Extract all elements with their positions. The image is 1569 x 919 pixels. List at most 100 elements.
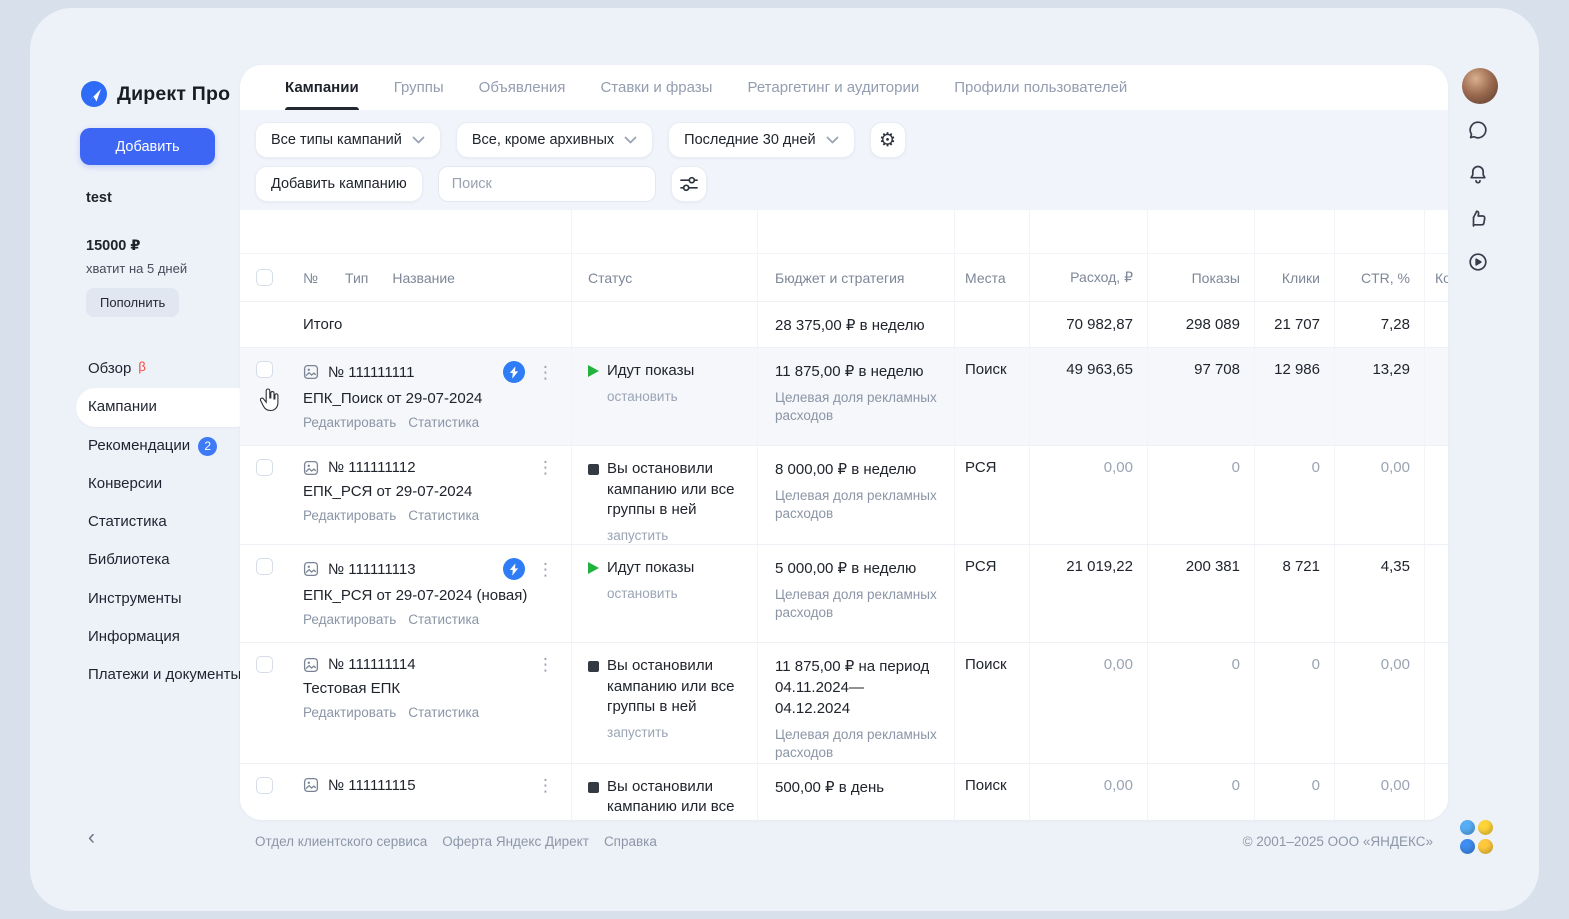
beta-badge: β — [138, 358, 145, 376]
strategy-label: Целевая доля рекламных расходов — [775, 389, 940, 425]
table-row[interactable]: № 111111115⋮Вы остановили кампанию или в… — [240, 764, 1448, 821]
col-header-ctr[interactable]: CTR, % — [1361, 270, 1410, 286]
status-action-link[interactable]: запустить — [607, 528, 668, 543]
table-empty-strip — [240, 210, 1448, 254]
edit-link[interactable]: Редактировать — [303, 415, 396, 430]
sidebar-item[interactable]: Кампании — [76, 388, 256, 426]
totals-row: Итого28 375,00 ₽ в неделю70 982,87298 08… — [240, 302, 1448, 348]
row-checkbox[interactable] — [256, 656, 273, 673]
status-action-link[interactable]: остановить — [607, 389, 678, 404]
chevron-down-icon — [624, 136, 637, 144]
sidebar-item-label: Кампании — [88, 397, 157, 417]
sidebar-item[interactable]: Обзорβ — [76, 350, 256, 388]
period-dropdown[interactable]: Последние 30 дней — [668, 122, 854, 158]
footer-link[interactable]: Оферта Яндекс Директ — [442, 834, 589, 849]
sidebar-item-label: Библиотека — [88, 550, 170, 570]
footer-link[interactable]: Отдел клиентского сервиса — [255, 834, 427, 849]
edit-link[interactable]: Редактировать — [303, 508, 396, 523]
filter-settings-button[interactable] — [671, 166, 707, 202]
col-header-name[interactable]: Название — [392, 270, 455, 286]
campaign-state-dropdown[interactable]: Все, кроме архивных — [456, 122, 653, 158]
thumbs-up-icon[interactable] — [1466, 206, 1490, 230]
strategy-label: Целевая доля рекламных расходов — [775, 586, 940, 622]
row-checkbox[interactable] — [256, 361, 273, 378]
table-row[interactable]: № 111111111 ⋮ ЕПК_Поиск от 29-07-2024 Редак… — [240, 348, 1448, 446]
sidebar-item[interactable]: Статистика — [76, 503, 256, 541]
tab[interactable]: Объявления — [479, 65, 566, 110]
sidebar-item[interactable]: Библиотека — [76, 541, 256, 579]
balance-amount: 15000 ₽ — [86, 238, 258, 254]
play-video-icon[interactable] — [1466, 250, 1490, 274]
sidebar-item[interactable]: Рекомендации2 — [76, 427, 256, 465]
account-name[interactable]: test — [86, 190, 258, 206]
totals-spend: 70 982,87 — [1066, 316, 1133, 333]
col-header-conversions[interactable]: Ко — [1435, 270, 1448, 286]
sidebar-collapse-button[interactable]: ‹ — [88, 826, 95, 850]
sidebar-item-label: Информация — [88, 627, 180, 647]
add-button[interactable]: Добавить — [80, 128, 215, 165]
spend-value: 0,00 — [1104, 777, 1133, 794]
status-action-link[interactable]: запустить — [607, 725, 668, 740]
sidebar-item[interactable]: Конверсии — [76, 465, 256, 503]
stats-link[interactable]: Статистика — [408, 415, 479, 430]
search-input[interactable] — [438, 166, 656, 202]
col-header-spend[interactable]: Расход, ₽ — [1070, 269, 1133, 286]
row-menu-button[interactable]: ⋮ — [534, 561, 557, 578]
stats-link[interactable]: Статистика — [408, 705, 479, 720]
row-checkbox[interactable] — [256, 777, 273, 794]
chat-icon[interactable] — [1466, 118, 1490, 142]
sidebar-item[interactable]: Инструменты — [76, 580, 256, 618]
campaign-type-dropdown[interactable]: Все типы кампаний — [255, 122, 441, 158]
add-campaign-button[interactable]: Добавить кампанию — [255, 166, 423, 202]
notifications-bell-icon[interactable] — [1466, 162, 1490, 186]
budget-value: 8 000,00 ₽ в неделю — [775, 459, 940, 480]
status-action-link[interactable]: остановить — [607, 586, 678, 601]
user-avatar[interactable] — [1462, 68, 1498, 104]
tab[interactable]: Ретаргетинг и аудитории — [747, 65, 919, 110]
row-menu-button[interactable]: ⋮ — [534, 459, 557, 476]
campaigns-table: № Тип Название Статус Бюджет и стратегия Мест… — [240, 210, 1448, 820]
col-header-shows[interactable]: Показы — [1192, 270, 1240, 286]
sliders-icon — [679, 174, 699, 194]
campaign-name[interactable]: ЕПК_Поиск от 29-07-2024 — [303, 390, 571, 407]
budget-value: 11 875,00 ₽ в неделю — [775, 361, 940, 382]
filter-row-2: Добавить кампанию — [255, 166, 1432, 202]
footer-link[interactable]: Справка — [604, 834, 657, 849]
tab[interactable]: Кампании — [285, 65, 359, 110]
topup-button[interactable]: Пополнить — [86, 288, 179, 317]
table-row[interactable]: № 111111114⋮Тестовая ЕПКРедактироватьСта… — [240, 643, 1448, 763]
table-row[interactable]: № 111111113⋮ЕПК_РСЯ от 29-07-2024 (новая… — [240, 545, 1448, 643]
col-header-type[interactable]: Тип — [345, 270, 368, 286]
select-all-checkbox[interactable] — [256, 269, 273, 286]
sidebar-item[interactable]: Платежи и документы — [76, 656, 256, 694]
row-menu-button[interactable]: ⋮ — [534, 656, 557, 673]
col-header-number[interactable]: № — [303, 270, 318, 286]
row-menu-button[interactable]: ⋮ — [534, 777, 557, 794]
columns-settings-button[interactable]: ⚙ — [870, 122, 906, 158]
row-menu-button[interactable]: ⋮ — [534, 364, 557, 381]
campaign-number: № 111111111 — [328, 364, 414, 381]
boost-badge[interactable] — [503, 361, 525, 383]
table-row[interactable]: № 111111112⋮ЕПК_РСЯ от 29-07-2024Редакти… — [240, 446, 1448, 545]
col-header-clicks[interactable]: Клики — [1282, 270, 1320, 286]
campaign-name[interactable]: ЕПК_РСЯ от 29-07-2024 — [303, 483, 571, 500]
stats-link[interactable]: Статистика — [408, 612, 479, 627]
sidebar-item[interactable]: Информация — [76, 618, 256, 656]
edit-link[interactable]: Редактировать — [303, 612, 396, 627]
col-header-budget[interactable]: Бюджет и стратегия — [775, 270, 904, 286]
col-header-status[interactable]: Статус — [588, 270, 632, 286]
emoji-widget[interactable] — [1460, 820, 1494, 854]
clicks-value: 0 — [1312, 459, 1320, 476]
boost-badge[interactable] — [503, 558, 525, 580]
edit-link[interactable]: Редактировать — [303, 705, 396, 720]
campaign-name[interactable]: Тестовая ЕПК — [303, 680, 571, 697]
col-header-places[interactable]: Места — [965, 270, 1006, 286]
row-checkbox[interactable] — [256, 558, 273, 575]
tab[interactable]: Профили пользователей — [954, 65, 1127, 110]
spend-value: 0,00 — [1104, 656, 1133, 673]
tab[interactable]: Ставки и фразы — [600, 65, 712, 110]
campaign-name[interactable]: ЕПК_РСЯ от 29-07-2024 (новая) — [303, 587, 571, 604]
stats-link[interactable]: Статистика — [408, 508, 479, 523]
tab[interactable]: Группы — [394, 65, 444, 110]
row-checkbox[interactable] — [256, 459, 273, 476]
